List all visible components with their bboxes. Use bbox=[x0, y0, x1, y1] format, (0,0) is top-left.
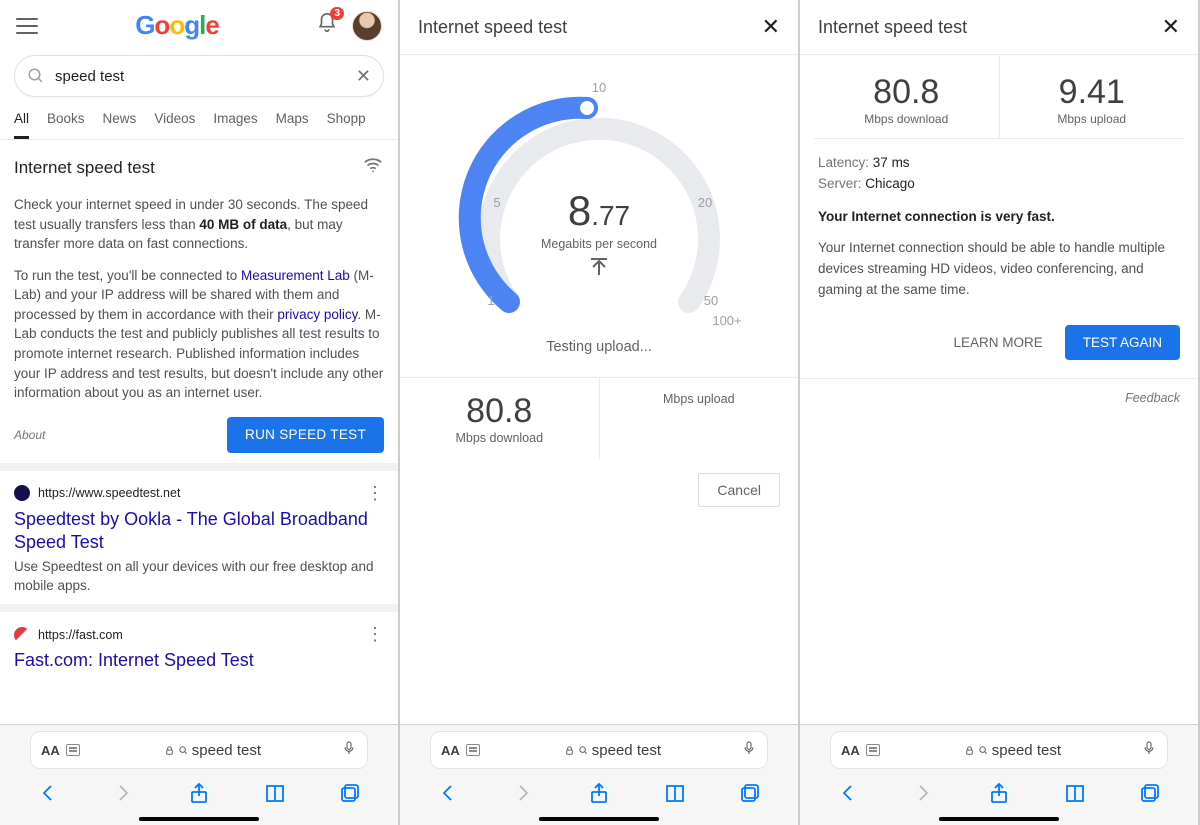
tab-images[interactable]: Images bbox=[213, 111, 257, 139]
wifi-icon bbox=[362, 154, 384, 181]
search-icon bbox=[578, 745, 589, 756]
upload-icon bbox=[587, 255, 611, 279]
svg-text:10: 10 bbox=[592, 80, 606, 95]
text-size-icon[interactable]: AA bbox=[41, 743, 60, 758]
result-title[interactable]: Speedtest by Ookla - The Global Broadban… bbox=[14, 508, 384, 555]
home-indicator[interactable] bbox=[539, 817, 659, 821]
reader-icon[interactable] bbox=[866, 744, 880, 756]
back-button[interactable] bbox=[836, 781, 860, 810]
tab-maps[interactable]: Maps bbox=[276, 111, 309, 139]
forward-button bbox=[911, 781, 935, 810]
close-icon[interactable]: ✕ bbox=[762, 16, 780, 38]
tab-books[interactable]: Books bbox=[47, 111, 85, 139]
google-logo[interactable]: Google bbox=[38, 10, 316, 41]
mlab-link[interactable]: Measurement Lab bbox=[241, 268, 350, 283]
speed-test-card: Internet speed test Check your internet … bbox=[0, 140, 398, 471]
mic-icon[interactable] bbox=[1141, 738, 1157, 762]
svg-text:1: 1 bbox=[487, 293, 494, 308]
search-result[interactable]: https://fast.com⋮ Fast.com: Internet Spe… bbox=[0, 612, 398, 684]
share-button[interactable] bbox=[587, 781, 611, 810]
search-icon bbox=[178, 745, 189, 756]
upload-result: 9.41Mbps upload bbox=[1000, 55, 1185, 138]
feedback-link[interactable]: Feedback bbox=[800, 379, 1198, 417]
about-link[interactable]: About bbox=[14, 428, 45, 442]
svg-text:50: 50 bbox=[704, 293, 718, 308]
search-result[interactable]: https://www.speedtest.net⋮ Speedtest by … bbox=[0, 471, 398, 613]
pane-speedtest-results: Internet speed test ✕ 80.8Mbps download … bbox=[800, 0, 1200, 825]
home-indicator[interactable] bbox=[139, 817, 259, 821]
address-bar[interactable]: AA speed test bbox=[830, 731, 1168, 769]
tab-videos[interactable]: Videos bbox=[154, 111, 195, 139]
notifications-icon[interactable]: 3 bbox=[316, 12, 338, 39]
pane-google-search: Google 3 speed test ✕ All Books News Vid… bbox=[0, 0, 400, 825]
pane-speedtest-running: Internet speed test ✕ 1 5 10 20 50 100+ … bbox=[400, 0, 800, 825]
share-button[interactable] bbox=[987, 781, 1011, 810]
learn-more-link[interactable]: LEARN MORE bbox=[953, 335, 1042, 350]
upload-result: Mbps upload bbox=[600, 378, 799, 459]
run-speed-test-button[interactable]: RUN SPEED TEST bbox=[227, 417, 384, 453]
address-bar[interactable]: AA speed test bbox=[430, 731, 768, 769]
test-again-button[interactable]: TEST AGAIN bbox=[1065, 325, 1180, 360]
share-button[interactable] bbox=[187, 781, 211, 810]
reader-icon[interactable] bbox=[66, 744, 80, 756]
result-menu-icon[interactable]: ⋮ bbox=[366, 624, 384, 645]
search-icon bbox=[978, 745, 989, 756]
search-tabs: All Books News Videos Images Maps Shopp bbox=[0, 105, 398, 140]
test-status: Testing upload... bbox=[400, 339, 798, 355]
text-size-icon[interactable]: AA bbox=[441, 743, 460, 758]
lock-icon bbox=[564, 745, 575, 756]
avatar[interactable] bbox=[352, 11, 382, 41]
bookmarks-button[interactable] bbox=[263, 781, 287, 810]
tabs-button[interactable] bbox=[1138, 781, 1162, 810]
tabs-button[interactable] bbox=[338, 781, 362, 810]
lock-icon bbox=[164, 745, 175, 756]
close-icon[interactable]: ✕ bbox=[1162, 16, 1180, 38]
clear-icon[interactable]: ✕ bbox=[356, 66, 371, 87]
safari-toolbar: AA speed test bbox=[0, 724, 398, 825]
lock-icon bbox=[964, 745, 975, 756]
modal-title: Internet speed test bbox=[818, 17, 967, 38]
search-icon bbox=[27, 67, 45, 85]
result-menu-icon[interactable]: ⋮ bbox=[366, 483, 384, 504]
svg-text:100+: 100+ bbox=[712, 313, 741, 328]
tab-shopping[interactable]: Shopp bbox=[327, 111, 366, 139]
notification-badge: 3 bbox=[330, 7, 344, 20]
modal-title: Internet speed test bbox=[418, 17, 567, 38]
server-row: Server: Chicago bbox=[818, 174, 1180, 195]
result-snippet: Use Speedtest on all your devices with o… bbox=[14, 558, 384, 596]
download-result: 80.8Mbps download bbox=[400, 378, 600, 459]
forward-button bbox=[511, 781, 535, 810]
result-headline: Your Internet connection is very fast. bbox=[818, 207, 1180, 228]
mic-icon[interactable] bbox=[341, 738, 357, 762]
forward-button bbox=[111, 781, 135, 810]
safari-toolbar: AA speed test bbox=[800, 724, 1198, 825]
cancel-button[interactable]: Cancel bbox=[698, 473, 780, 507]
search-input[interactable]: speed test ✕ bbox=[14, 55, 384, 97]
text-size-icon[interactable]: AA bbox=[841, 743, 860, 758]
tab-news[interactable]: News bbox=[103, 111, 137, 139]
safari-toolbar: AA speed test bbox=[400, 724, 798, 825]
home-indicator[interactable] bbox=[939, 817, 1059, 821]
back-button[interactable] bbox=[436, 781, 460, 810]
result-title[interactable]: Fast.com: Internet Speed Test bbox=[14, 649, 384, 672]
favicon-icon bbox=[14, 485, 30, 501]
speed-gauge: 1 5 10 20 50 100+ 8.77 Megabits per seco… bbox=[449, 77, 749, 337]
tab-all[interactable]: All bbox=[14, 111, 29, 139]
bookmarks-button[interactable] bbox=[663, 781, 687, 810]
download-result: 80.8Mbps download bbox=[814, 55, 1000, 138]
address-bar[interactable]: AA speed test bbox=[30, 731, 368, 769]
reader-icon[interactable] bbox=[466, 744, 480, 756]
back-button[interactable] bbox=[36, 781, 60, 810]
bookmarks-button[interactable] bbox=[1063, 781, 1087, 810]
menu-icon[interactable] bbox=[16, 18, 38, 34]
card-title: Internet speed test bbox=[14, 158, 155, 178]
mic-icon[interactable] bbox=[741, 738, 757, 762]
favicon-icon bbox=[14, 627, 30, 643]
tabs-button[interactable] bbox=[738, 781, 762, 810]
result-description: Your Internet connection should be able … bbox=[818, 238, 1180, 301]
privacy-link[interactable]: privacy policy bbox=[277, 307, 357, 322]
latency-row: Latency: 37 ms bbox=[818, 153, 1180, 174]
